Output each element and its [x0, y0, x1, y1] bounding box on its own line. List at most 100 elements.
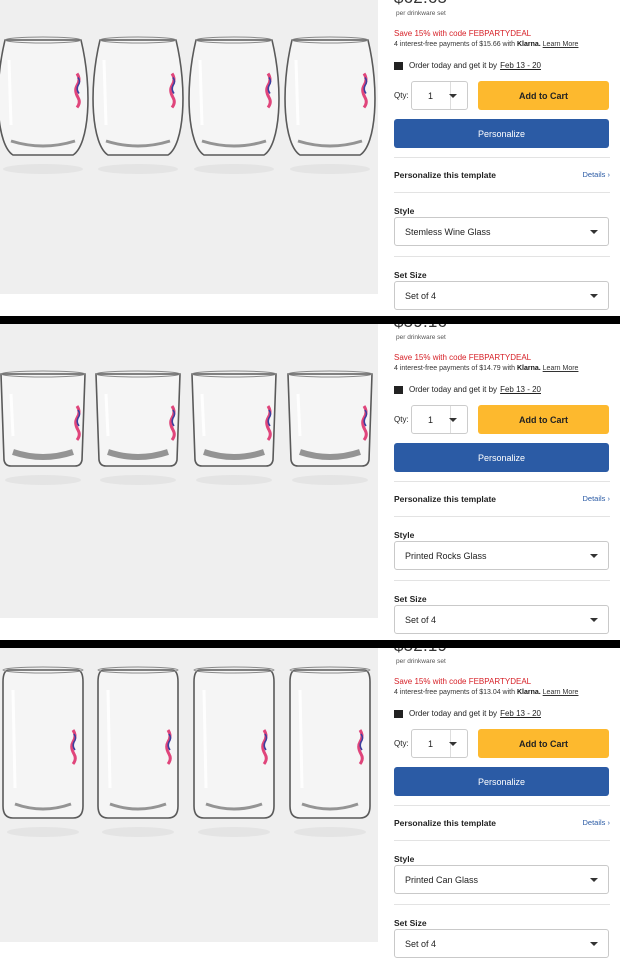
product-panel-can: $52.19 per drinkware set Save 15% with c…: [0, 648, 620, 964]
learn-more-link[interactable]: Learn More: [543, 365, 579, 372]
gift-icon: [394, 709, 403, 718]
set-size-label: Set Size: [394, 594, 427, 604]
chevron-down-icon: [590, 618, 598, 622]
add-to-cart-button[interactable]: Add to Cart: [478, 81, 609, 110]
qty-select[interactable]: 1: [411, 405, 468, 434]
add-to-cart-button[interactable]: Add to Cart: [478, 405, 609, 434]
product-image[interactable]: [0, 648, 378, 942]
style-select[interactable]: Printed Rocks Glass: [394, 541, 609, 570]
product-image[interactable]: [0, 324, 378, 618]
qty-value: 1: [428, 739, 434, 749]
product-panel-stemless: $62.65 per drinkware set Save 15% with c…: [0, 0, 620, 316]
glass-item: [97, 666, 179, 837]
style-select[interactable]: Printed Can Glass: [394, 865, 609, 894]
divider: [394, 256, 610, 257]
gift-icon: [394, 61, 403, 70]
glass-reflection: [7, 827, 79, 837]
delivery-text: Order today and get it by: [409, 385, 498, 394]
style-label: Style: [394, 530, 415, 540]
personalize-button[interactable]: Personalize: [394, 119, 609, 148]
glass-reflection: [294, 827, 366, 837]
delivery-info: Order today and get it by Feb 13 - 20: [394, 385, 541, 394]
details-link[interactable]: Details ›: [582, 170, 610, 179]
qty-select[interactable]: 1: [411, 729, 468, 758]
qty-label: Qty:: [394, 739, 409, 748]
details-link[interactable]: Details ›: [582, 818, 610, 827]
glass-item: [193, 666, 275, 837]
glass-reflection: [196, 475, 272, 485]
glass-reflection: [194, 164, 274, 174]
style-label: Style: [394, 206, 415, 216]
learn-more-link[interactable]: Learn More: [543, 689, 579, 696]
glass-reflection: [98, 164, 178, 174]
glass-highlight: [9, 393, 15, 437]
price-unit: per drinkware set: [396, 10, 446, 17]
delivery-info: Order today and get it by Feb 13 - 20: [394, 61, 541, 70]
purchase-column: $52.19 per drinkware set Save 15% with c…: [394, 648, 610, 964]
purchase-column: $62.65 per drinkware set Save 15% with c…: [394, 0, 610, 316]
style-value: Printed Can Glass: [405, 875, 479, 885]
glass-reflection: [102, 827, 174, 837]
klarna-prefix: 4 interest-free payments of $15.66 with: [394, 41, 516, 48]
glass-highlight: [200, 393, 206, 437]
glass-item: [188, 36, 280, 174]
product-image[interactable]: [0, 0, 378, 294]
add-to-cart-button[interactable]: Add to Cart: [478, 729, 609, 758]
screenshot-separator: [0, 316, 620, 324]
style-label: Style: [394, 854, 415, 864]
divider: [394, 580, 610, 581]
purchase-column: $59.16 per drinkware set Save 15% with c…: [394, 324, 610, 640]
klarna-brand: Klarna.: [516, 689, 541, 696]
chevron-down-icon: [590, 230, 598, 234]
divider: [394, 157, 610, 158]
divider: [394, 481, 610, 482]
details-link[interactable]: Details ›: [582, 494, 610, 503]
set-size-value: Set of 4: [405, 939, 437, 949]
personalize-template-title: Personalize this template: [394, 494, 497, 504]
set-size-label: Set Size: [394, 270, 427, 280]
set-size-select[interactable]: Set of 4: [394, 281, 609, 310]
qty-label: Qty:: [394, 91, 409, 100]
delivery-text: Order today and get it by: [409, 709, 498, 718]
glass-highlight: [102, 59, 108, 126]
glass-item: [2, 666, 84, 837]
glass-highlight: [294, 59, 300, 126]
personalize-button[interactable]: Personalize: [394, 443, 609, 472]
klarna-prefix: 4 interest-free payments of $13.04 with: [394, 689, 516, 696]
learn-more-link[interactable]: Learn More: [543, 41, 579, 48]
delivery-date-link[interactable]: Feb 13 - 20: [500, 61, 541, 70]
divider: [394, 904, 610, 905]
chevron-down-icon: [590, 942, 598, 946]
divider: [394, 840, 610, 841]
style-select[interactable]: Stemless Wine Glass: [394, 217, 609, 246]
delivery-date-link[interactable]: Feb 13 - 20: [500, 709, 541, 718]
klarna-text: 4 interest-free payments of $15.66 with …: [394, 41, 578, 48]
style-value: Stemless Wine Glass: [405, 227, 491, 237]
klarna-brand: Klarna.: [516, 365, 541, 372]
delivery-date-link[interactable]: Feb 13 - 20: [500, 385, 541, 394]
personalize-template-title: Personalize this template: [394, 170, 497, 180]
divider: [394, 516, 610, 517]
glass-highlight: [106, 689, 112, 789]
glass-highlight: [7, 59, 13, 126]
glass-item: [0, 370, 86, 485]
qty-label: Qty:: [394, 415, 409, 424]
personalize-button[interactable]: Personalize: [394, 767, 609, 796]
glass-item: [95, 370, 181, 485]
glass-item: [289, 666, 371, 837]
glass-reflection: [198, 827, 270, 837]
glass-set-image: [0, 36, 376, 174]
price: $59.16: [394, 324, 447, 332]
glass-reflection: [290, 164, 370, 174]
set-size-select[interactable]: Set of 4: [394, 929, 609, 958]
price-unit: per drinkware set: [396, 334, 446, 341]
qty-select[interactable]: 1: [411, 81, 468, 110]
set-size-select[interactable]: Set of 4: [394, 605, 609, 634]
chevron-down-icon: [449, 418, 457, 422]
promo-text: Save 15% with code FEBPARTYDEAL: [394, 353, 532, 362]
divider: [394, 805, 610, 806]
glass-highlight: [104, 393, 110, 437]
glass-reflection: [100, 475, 176, 485]
glass-item: [191, 370, 277, 485]
glass-item: [0, 36, 89, 174]
